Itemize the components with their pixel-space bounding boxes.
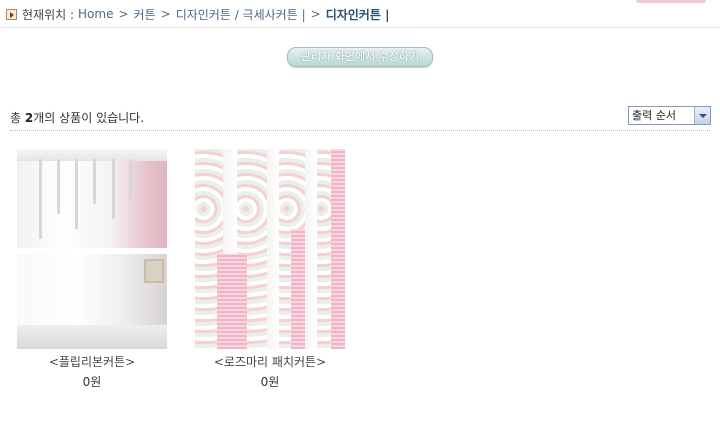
product-price: 0원 bbox=[82, 375, 102, 389]
breadcrumb-home-link[interactable]: Home bbox=[78, 7, 113, 21]
breadcrumb-current: 디자인커튼 | bbox=[325, 7, 390, 22]
count-prefix: 총 bbox=[10, 111, 22, 125]
product-price: 0원 bbox=[260, 375, 280, 389]
product-image[interactable] bbox=[17, 149, 167, 349]
count-value: 2 bbox=[24, 111, 34, 125]
product-image[interactable] bbox=[195, 149, 345, 349]
breadcrumb-separator: > bbox=[310, 7, 321, 21]
product-card: <플립리본커튼> 0원 bbox=[17, 149, 167, 390]
product-name-link[interactable]: <로즈마리 패치커튼> bbox=[195, 353, 345, 370]
header-accent bbox=[636, 0, 706, 3]
chevron-down-icon[interactable] bbox=[694, 107, 710, 124]
breadcrumb-category-link[interactable]: 커튼 bbox=[134, 6, 156, 23]
breadcrumb-separator: > bbox=[160, 7, 171, 21]
breadcrumb: 현재위치 : Home > 커튼 > 디자인커튼 / 극세사커튼 | > 디자인… bbox=[6, 6, 389, 22]
product-count: 총 2개의 상품이 있습니다. bbox=[10, 109, 144, 126]
breadcrumb-subcategory-link[interactable]: 디자인커튼 / 극세사커튼 | bbox=[176, 6, 306, 23]
breadcrumb-separator: > bbox=[118, 7, 129, 21]
product-name-link[interactable]: <플립리본커튼> bbox=[17, 353, 167, 370]
sort-order-value: 출력 순서 bbox=[632, 109, 676, 122]
sort-order-select[interactable]: 출력 순서 bbox=[628, 106, 711, 125]
breadcrumb-label: 현재위치 : bbox=[22, 7, 75, 22]
listing-header: 총 2개의 상품이 있습니다. 출력 순서 bbox=[10, 106, 711, 131]
edit-in-admin-button[interactable]: 관리자 화면에서 수정하기 bbox=[287, 47, 433, 67]
top-bar: 현재위치 : Home > 커튼 > 디자인커튼 / 극세사커튼 | > 디자인… bbox=[0, 0, 720, 28]
count-suffix: 개의 상품이 있습니다. bbox=[33, 111, 145, 125]
location-arrow-icon bbox=[6, 8, 17, 20]
product-card: <로즈마리 패치커튼> 0원 bbox=[195, 149, 345, 390]
